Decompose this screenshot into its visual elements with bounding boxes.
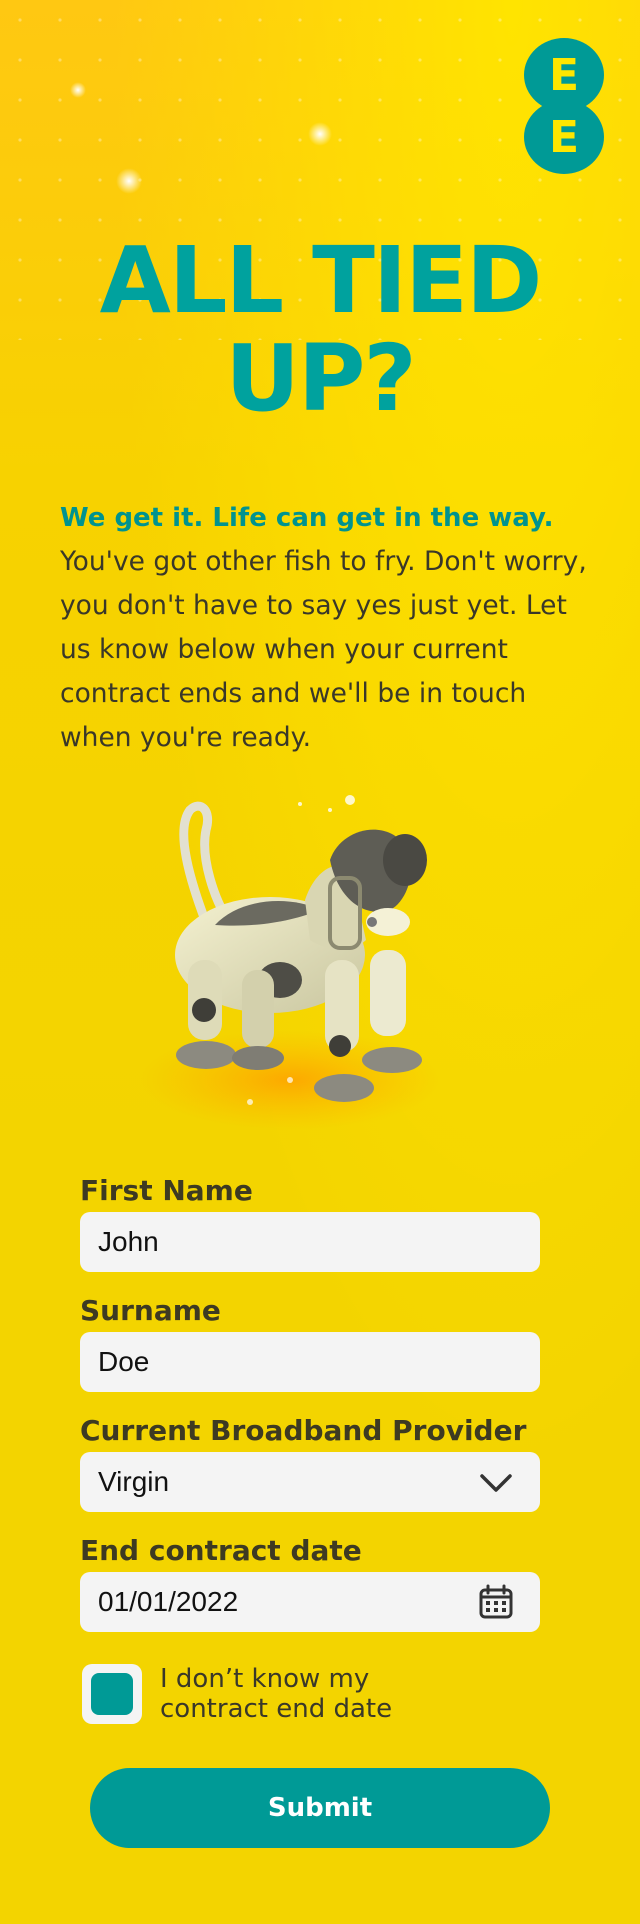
intro-lead: We get it. Life can get in the way. xyxy=(60,503,554,533)
robot-dog-illustration xyxy=(140,795,440,1130)
headline-line-1: ALL TIED xyxy=(99,227,543,334)
surname-input[interactable]: Doe xyxy=(80,1332,540,1392)
sparkle-glow xyxy=(116,168,142,194)
page: E E ALL TIED UP? We get it. Life can get… xyxy=(0,0,640,1924)
first-name-input[interactable]: John xyxy=(80,1212,540,1272)
provider-select[interactable]: Virgin xyxy=(80,1452,540,1512)
first-name-value: John xyxy=(98,1226,159,1257)
intro-text: We get it. Life can get in the way. You'… xyxy=(60,496,590,760)
chevron-down-icon xyxy=(480,1474,512,1492)
first-name-label: First Name xyxy=(80,1174,253,1207)
surname-value: Doe xyxy=(98,1346,150,1377)
end-date-value: 01/01/2022 xyxy=(98,1586,239,1617)
sparkle-glow xyxy=(70,82,86,98)
checkbox-checked-indicator xyxy=(91,1673,133,1715)
provider-value: Virgin xyxy=(98,1466,170,1497)
unknown-date-label-line-2: contract end date xyxy=(160,1694,393,1724)
surname-label: Surname xyxy=(80,1294,221,1327)
logo-bottom-circle: E xyxy=(524,100,604,174)
unknown-date-label-line-1: I don’t know my xyxy=(160,1664,370,1694)
unknown-date-label: I don’t know my contract end date xyxy=(160,1664,540,1724)
intro-body: You've got other fish to fry. Don't worr… xyxy=(60,546,587,753)
ee-logo[interactable]: E E xyxy=(524,38,604,174)
page-title: ALL TIED UP? xyxy=(0,232,640,428)
calendar-icon[interactable] xyxy=(478,1584,514,1620)
end-date-input[interactable]: 01/01/2022 xyxy=(80,1572,540,1632)
submit-button[interactable]: Submit xyxy=(90,1768,550,1848)
end-date-label: End contract date xyxy=(80,1534,362,1567)
unknown-date-option[interactable]: I don’t know my contract end date xyxy=(82,1664,562,1728)
provider-label: Current Broadband Provider xyxy=(80,1414,527,1447)
unknown-date-checkbox[interactable] xyxy=(82,1664,142,1724)
contract-form: First Name John Surname Doe Current Broa… xyxy=(80,1170,540,1650)
sparkle-glow xyxy=(308,122,332,146)
headline-line-2: UP? xyxy=(225,325,416,432)
